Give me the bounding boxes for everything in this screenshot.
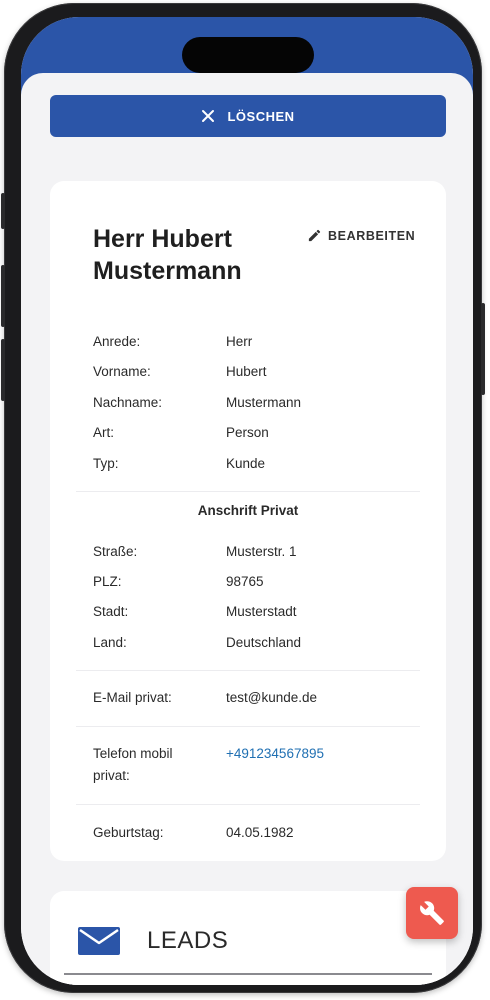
delete-button-label: LÖSCHEN [227,108,295,124]
field-label: PLZ: [93,574,122,589]
contact-name: Herr Hubert Mustermann [93,225,242,285]
contact-card: Herr Hubert Mustermann BEARBEITEN Anrede… [50,181,446,861]
leads-label: LEADS [147,927,229,954]
leads-panel[interactable]: LEADS [50,891,446,985]
close-icon [202,110,215,122]
edit-button-label: BEARBEITEN [328,228,416,243]
field-label: Typ: [93,456,119,471]
field-value: Kunde [226,456,266,471]
field-value: Musterstr. 1 [226,544,297,559]
field-row-phone: Telefon mobil privat: +491234567895 [93,743,423,789]
divider [76,670,420,671]
field-value: Musterstadt [226,604,297,619]
wrench-icon [420,901,444,925]
power-button [481,303,485,395]
edit-button[interactable]: BEARBEITEN [307,228,415,243]
field-label: Nachname: [93,395,163,410]
email-value[interactable]: test@kunde.de [226,687,317,709]
divider [76,491,420,492]
volume-up-button [1,265,5,327]
tools-fab-button[interactable] [406,887,458,939]
field-label: Land: [93,635,127,650]
field-value: Deutschland [226,635,302,650]
mail-icon [78,927,120,955]
screen: LÖSCHEN Herr Hubert Mustermann BEARBEITE… [21,17,473,985]
volume-down-button [1,339,5,401]
field-value: Mustermann [226,395,302,410]
field-label: E-Mail privat: [93,690,172,705]
delete-button[interactable]: LÖSCHEN [50,95,446,137]
field-label: Straße: [93,544,138,559]
field-label: Geburtstag: [93,825,164,840]
field-label: Telefon mobil privat: [93,746,173,783]
phone-link[interactable]: +491234567895 [226,743,324,765]
field-label: Art: [93,425,115,440]
dynamic-island [182,37,314,73]
field-value: Person [226,425,269,440]
field-value: Hubert [226,364,267,379]
divider [76,804,420,805]
field-label: Vorname: [93,364,151,379]
address-section-title: Anschrift Privat [197,503,299,518]
leads-underline [64,973,432,975]
field-value: Herr [226,334,253,349]
phone-frame: LÖSCHEN Herr Hubert Mustermann BEARBEITE… [1,3,485,993]
divider [76,726,420,727]
pencil-icon [308,229,321,242]
field-label: Anrede: [93,334,141,349]
field-label: Stadt: [93,604,129,619]
field-value: 04.05.1982 [226,825,294,840]
mute-switch [1,193,5,229]
field-value: 98765 [226,574,264,589]
